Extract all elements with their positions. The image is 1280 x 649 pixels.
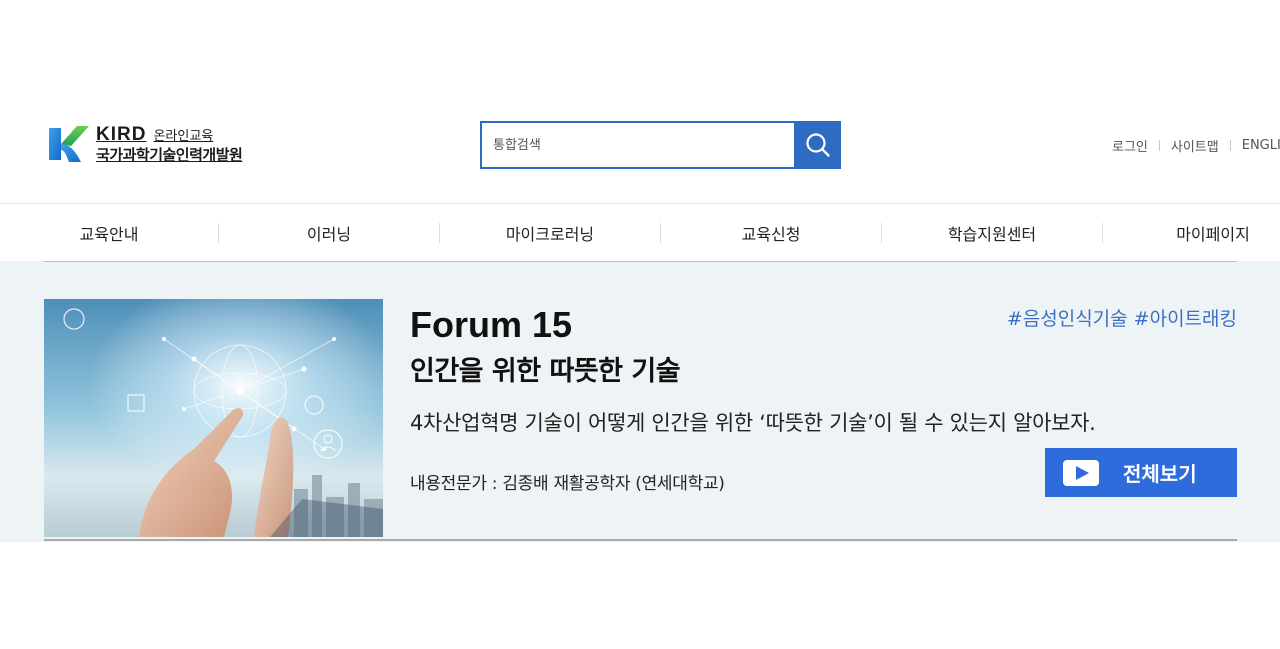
- search-button[interactable]: [794, 121, 841, 169]
- nav-item-mypage[interactable]: 마이페이지: [1103, 204, 1280, 262]
- logo-subtitle: 온라인교육: [153, 129, 214, 144]
- site-logo[interactable]: KIRD 온라인교육 국가과학기술인력개발원: [45, 124, 243, 164]
- nav-item-apply[interactable]: 교육신청: [661, 204, 881, 262]
- main-nav: 교육안내 이러닝 마이크로러닝 교육신청 학습지원센터 마이페이지: [0, 203, 1280, 261]
- banner-top-divider: [44, 261, 1237, 262]
- logo-text: KIRD 온라인교육 국가과학기술인력개발원: [96, 124, 243, 164]
- search-icon: [805, 133, 830, 157]
- forum-thumbnail-image: [44, 299, 383, 537]
- view-all-label: 전체보기: [1123, 464, 1197, 486]
- nav-item-microlearning[interactable]: 마이크로러닝: [440, 204, 660, 262]
- english-link[interactable]: ENGLISH: [1242, 138, 1280, 153]
- play-icon: [1063, 459, 1099, 486]
- login-link[interactable]: 로그인: [1112, 136, 1148, 155]
- banner-bottom-divider: [44, 539, 1237, 541]
- nav-item-elearning[interactable]: 이러닝: [219, 204, 439, 262]
- logo-org-name: 국가과학기술인력개발원: [96, 146, 243, 164]
- nav-item-learning-support[interactable]: 학습지원센터: [882, 204, 1102, 262]
- utility-links: 로그인 사이트맵 ENGLISH: [1112, 136, 1280, 155]
- util-divider: [1158, 140, 1160, 151]
- forum-title: Forum 15: [410, 304, 573, 345]
- forum-thumbnail[interactable]: [44, 299, 383, 537]
- logo-brand: KIRD: [96, 124, 147, 145]
- forum-description: 4차산업혁명 기술이 어떻게 인간을 위한 ‘따뜻한 기술’이 될 수 있는지 …: [410, 411, 1096, 435]
- search-bar: [480, 121, 841, 169]
- forum-expert: 내용전문가 : 김종배 재활공학자 (연세대학교): [410, 474, 725, 494]
- forum-banner: Forum 15 인간을 위한 따뜻한 기술 #음성인식기술 #아이트래킹 4차…: [0, 261, 1280, 542]
- util-divider: [1229, 140, 1231, 151]
- site-header: KIRD 온라인교육 국가과학기술인력개발원 로그인 사이트맵 ENGLISH: [0, 0, 1280, 203]
- kird-k-logo-icon: [49, 126, 89, 162]
- view-all-button[interactable]: 전체보기: [1045, 448, 1237, 497]
- nav-item-education-info[interactable]: 교육안내: [0, 204, 218, 262]
- forum-tags[interactable]: #음성인식기술 #아이트래킹: [1007, 304, 1237, 331]
- forum-subtitle: 인간을 위한 따뜻한 기술: [410, 356, 681, 387]
- sitemap-link[interactable]: 사이트맵: [1171, 136, 1219, 155]
- search-input[interactable]: [480, 121, 794, 169]
